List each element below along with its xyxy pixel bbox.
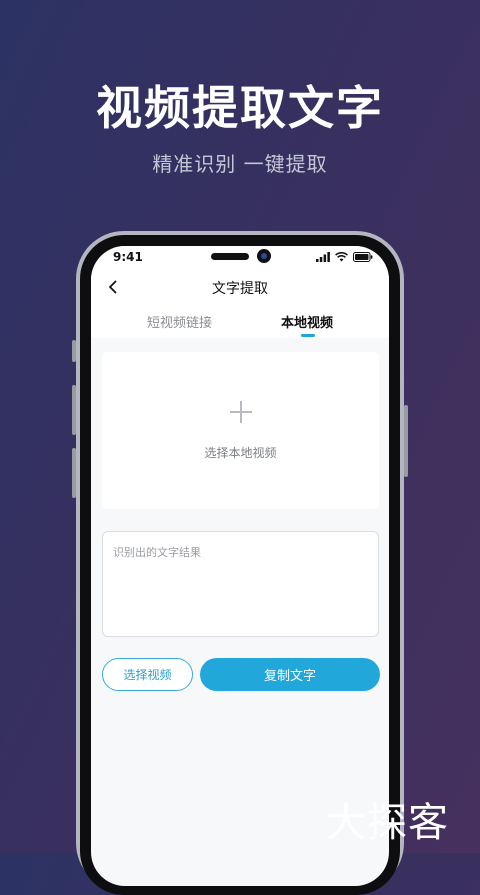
result-placeholder: 识别出的文字结果: [113, 546, 201, 559]
tab-local-video[interactable]: 本地视频: [281, 312, 333, 331]
battery-icon: [353, 252, 373, 262]
wifi-icon: [335, 252, 348, 262]
phone-side-button: [72, 448, 76, 498]
copy-text-button[interactable]: 复制文字: [200, 658, 380, 691]
tab-short-video-link[interactable]: 短视频链接: [147, 312, 212, 331]
active-tab-indicator: [301, 334, 315, 337]
upload-video-area[interactable]: 选择本地视频: [102, 352, 379, 509]
phone-side-button: [404, 405, 408, 477]
promo-subtitle: 精准识别 一键提取: [152, 152, 328, 176]
status-icons: [316, 251, 373, 263]
phone-side-button: [72, 340, 76, 362]
signal-icon: [316, 252, 330, 262]
front-camera: [257, 249, 271, 263]
status-time: 9:41: [113, 250, 143, 264]
plus-icon: [230, 401, 252, 423]
app-header: 9:41 文字提取 短视频链接 本地视频: [91, 246, 389, 338]
notch-speaker: [211, 253, 249, 260]
result-text-box[interactable]: 识别出的文字结果: [102, 531, 379, 637]
upload-label: 选择本地视频: [204, 446, 277, 460]
phone-side-button: [72, 385, 76, 435]
page-title: 文字提取: [212, 281, 268, 297]
watermark: 大探客: [326, 800, 449, 846]
promo-title: 视频提取文字: [96, 81, 384, 135]
select-video-button[interactable]: 选择视频: [102, 658, 193, 691]
